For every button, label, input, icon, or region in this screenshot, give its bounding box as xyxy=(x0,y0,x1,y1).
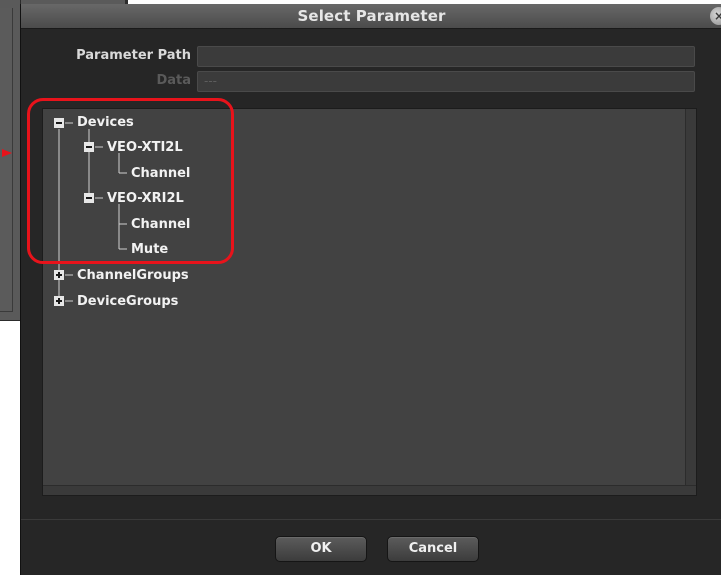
ok-button[interactable]: OK xyxy=(275,536,367,562)
expand-icon xyxy=(54,296,64,306)
red-arrow-icon xyxy=(2,149,12,157)
vertical-scrollbar[interactable] xyxy=(685,109,696,487)
parameter-path-label: Parameter Path xyxy=(76,48,191,63)
dialog-titlebar: Select Parameter × xyxy=(21,4,721,29)
dialog-title: Select Parameter xyxy=(297,7,446,25)
horizontal-scrollbar[interactable] xyxy=(43,485,696,495)
footer-divider xyxy=(21,519,721,520)
tree-node-devicegroups[interactable]: DeviceGroups xyxy=(77,294,178,309)
screen: Select Parameter × Parameter Path Data -… xyxy=(0,0,721,575)
highlight-annotation xyxy=(27,98,234,264)
select-parameter-dialog: Select Parameter × Parameter Path Data -… xyxy=(20,4,721,575)
cancel-button[interactable]: Cancel xyxy=(387,536,479,562)
parameter-path-field[interactable] xyxy=(197,46,695,67)
data-label: Data xyxy=(156,73,191,88)
tree-node-channelgroups[interactable]: ChannelGroups xyxy=(77,268,189,283)
expand-icon xyxy=(54,270,64,280)
close-icon[interactable]: × xyxy=(710,7,721,25)
data-field[interactable]: --- xyxy=(197,71,695,92)
